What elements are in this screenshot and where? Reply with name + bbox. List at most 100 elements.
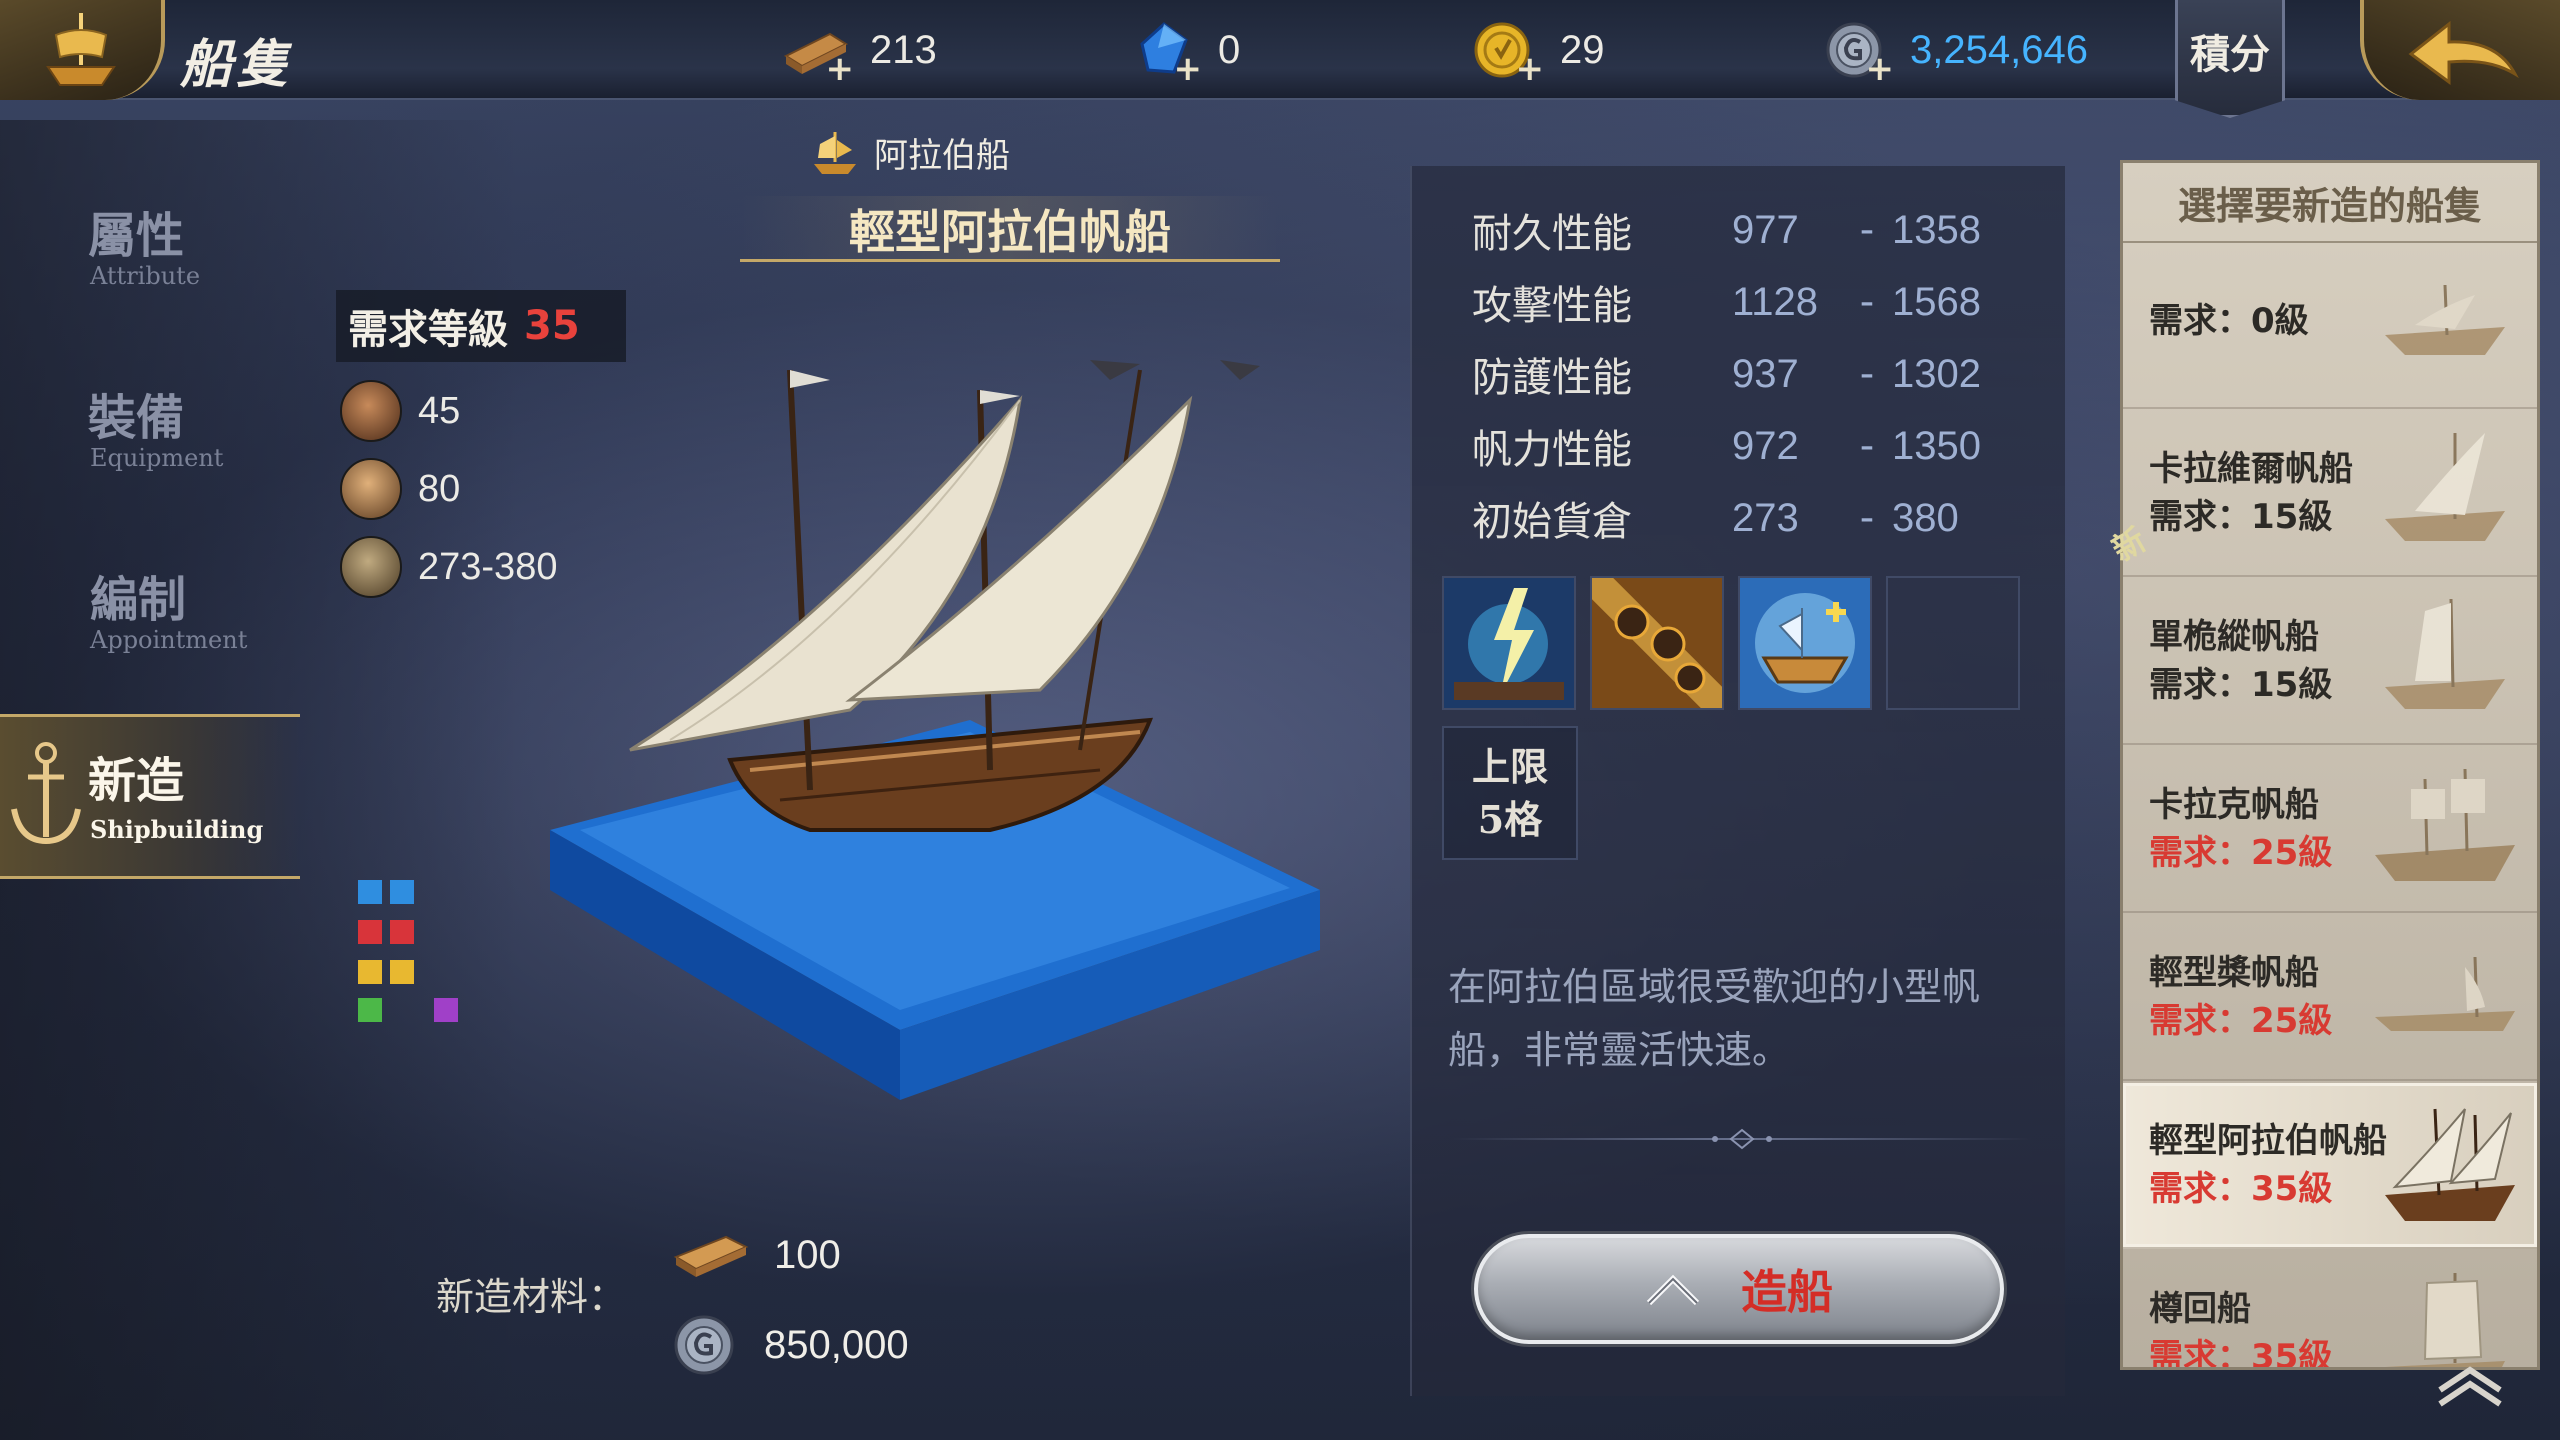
divider-ornament-icon: [1712, 1128, 1772, 1150]
stat-label: 防護性能: [1472, 355, 1632, 401]
crew-stat: 45: [340, 380, 460, 442]
swatch-blue[interactable]: [390, 880, 414, 904]
skill-slot-empty[interactable]: [1886, 576, 2020, 710]
gold-coin-icon: +: [1470, 18, 1544, 86]
add-icon: +: [825, 49, 855, 89]
capacity-value: 5格: [1477, 797, 1543, 842]
color-swatches: [356, 880, 466, 1022]
wood-plank-icon: [673, 1235, 749, 1277]
ship-thumbnail-icon: [2385, 433, 2505, 541]
nav-shipbuilding-sublabel: Shipbuilding: [90, 815, 264, 844]
ship-list-item[interactable]: 需求：0級: [2123, 243, 2537, 409]
skill-capacity: 上限 5格: [1442, 726, 1578, 860]
ship-menu-badge: [0, 0, 165, 100]
silver-cost: 850,000: [764, 1322, 909, 1367]
stat-label: 帆力性能: [1472, 427, 1632, 473]
gold-count: 29: [1560, 27, 1605, 72]
skill-slot-2[interactable]: [1581, 567, 1733, 719]
stat-separator: -: [1859, 495, 1875, 541]
material-wood: 100: [670, 1220, 841, 1290]
ship-thumbnail-icon: [2385, 598, 2505, 709]
nav-appointment[interactable]: 編制 Appointment: [0, 560, 290, 710]
ship-repair-skill-icon: [1740, 578, 1870, 708]
ship-3d-model[interactable]: [520, 330, 1380, 1130]
add-icon: +: [1865, 49, 1895, 89]
nav-attribute-label: 屬性: [88, 208, 185, 264]
attack-row: 攻擊性能 1128 - 1568: [1472, 272, 2032, 332]
nav-equipment-sublabel: Equipment: [90, 444, 224, 472]
stat-max: 1302: [1892, 351, 1981, 396]
nav-shipbuilding-label: 新造: [88, 753, 185, 809]
ship-item-name: 卡拉維爾帆船: [2149, 449, 2353, 489]
swatch-red[interactable]: [358, 920, 382, 944]
swatch-blue[interactable]: [358, 880, 382, 904]
ship-thumbnail-icon: [2385, 1108, 2515, 1221]
sail-power-row: 帆力性能 972 - 1350: [1472, 416, 2032, 476]
ship-helm-icon: [45, 13, 116, 86]
supplies-value: 80: [418, 467, 461, 510]
ship-type-label: 阿拉伯船: [874, 136, 1010, 176]
resource-gold[interactable]: + 29: [1470, 18, 1605, 86]
swatch-green[interactable]: [358, 998, 382, 1022]
silver-count: 3,254,646: [1910, 27, 2088, 72]
material-silver: 850,000: [670, 1310, 909, 1380]
ship-item-name: 輕型槳帆船: [2149, 953, 2319, 993]
stat-max: 1568: [1892, 279, 1981, 324]
nav-equipment[interactable]: 裝備 Equipment: [0, 378, 290, 528]
skill-slot-3[interactable]: [1738, 576, 1872, 710]
silver-coin-icon: +: [1820, 18, 1894, 86]
build-ship-button[interactable]: 造船: [1474, 1234, 2004, 1344]
resource-wood[interactable]: + 213: [780, 18, 937, 86]
nav-attribute[interactable]: 屬性 Attribute: [0, 196, 290, 346]
ship-list-item[interactable]: 單桅縱帆船 需求：15級: [2123, 579, 2537, 745]
swatch-red[interactable]: [390, 920, 414, 944]
wood-count: 213: [870, 27, 937, 72]
nav-appointment-label: 編制: [90, 572, 187, 628]
cargo-sack-icon: [340, 536, 402, 598]
cargo-hold-row: 初始貨倉 273 - 380: [1472, 488, 2032, 548]
ship-type: 阿拉伯船: [810, 128, 1010, 177]
ship-stats-panel: 耐久性能 977 - 1358 攻擊性能 1128 - 1568 防護性能 93…: [1410, 166, 2065, 1396]
bread-icon: [340, 458, 402, 520]
ship-item-name: 卡拉克帆船: [2149, 785, 2319, 825]
blue-gem-icon: +: [1128, 18, 1202, 86]
resource-silver[interactable]: + 3,254,646: [1820, 18, 2088, 86]
ship-list-item[interactable]: 輕型槳帆船 需求：25級: [2123, 915, 2537, 1081]
lightning-strike-skill-icon: [1444, 578, 1574, 708]
add-icon: +: [1173, 49, 1203, 89]
ship-list-item[interactable]: 卡拉維爾帆船 需求：15級: [2123, 411, 2537, 577]
crew-value: 45: [418, 389, 461, 432]
nav-shipbuilding[interactable]: 新造 Shipbuilding: [0, 714, 300, 879]
ship-list-item[interactable]: 卡拉克帆船 需求：25級: [2123, 747, 2537, 913]
resource-gem[interactable]: + 0: [1128, 18, 1240, 86]
ship-list-item-selected[interactable]: 輕型阿拉伯帆船 需求：35級: [2123, 1083, 2537, 1249]
ship-item-name: 單桅縱帆船: [2149, 617, 2319, 657]
scroll-more-icon[interactable]: [2430, 1350, 2510, 1410]
ship-selection-list: 選擇要新造的船隻 需求：0級 卡拉維爾帆船 需求：15級 單桅縱帆船 需求：15…: [2120, 160, 2540, 1370]
wood-plank-icon: +: [780, 18, 854, 86]
anchor-icon: [11, 742, 81, 845]
stat-label: 攻擊性能: [1472, 283, 1632, 329]
ship-item-name: 輕型阿拉伯帆船: [2149, 1121, 2387, 1161]
swatch-yellow[interactable]: [390, 960, 414, 984]
ship-thumbnail-icon: [2375, 956, 2515, 1031]
swatch-purple[interactable]: [434, 998, 458, 1022]
stat-min: 977: [1732, 207, 1799, 252]
ship-requirement: 需求：25級: [2149, 833, 2333, 873]
cannon-barrage-skill-icon: [1581, 567, 1733, 719]
swatch-yellow[interactable]: [358, 960, 382, 984]
stat-separator: -: [1859, 423, 1875, 469]
supplies-stat: 80: [340, 458, 460, 520]
back-button[interactable]: [2360, 0, 2560, 100]
ship-class-icon: [814, 131, 856, 174]
build-ship-label: 造船: [1741, 1265, 1833, 1319]
ship-requirement: 需求：15級: [2149, 497, 2333, 537]
skill-slot-1[interactable]: [1442, 576, 1576, 710]
chevron-up-icon: [1646, 1274, 1700, 1306]
stat-separator: -: [1859, 279, 1875, 325]
stat-label: 耐久性能: [1472, 211, 1632, 257]
capacity-label: 上限: [1471, 743, 1548, 789]
points-tab[interactable]: 積分: [2175, 0, 2285, 118]
ship-requirement: 需求：15級: [2149, 665, 2333, 705]
required-level-label: 需求等級: [348, 307, 508, 353]
